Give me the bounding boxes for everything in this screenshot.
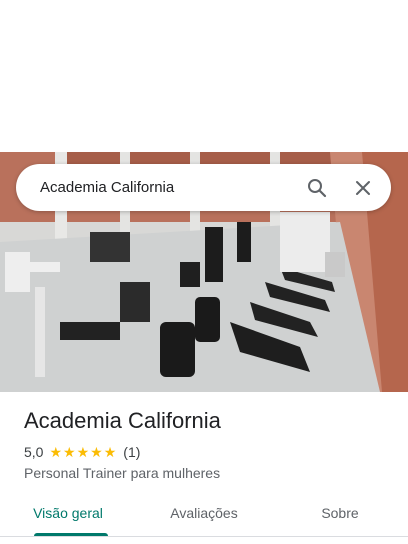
star-icon: ★ [103,444,117,460]
star-icon: ★ [76,444,90,460]
search-bar[interactable]: Academia California [16,164,391,211]
star-icon: ★ [49,444,63,460]
star-icon: ★ [63,444,76,460]
tab-divider [0,536,408,537]
review-count[interactable]: (1) [123,444,140,460]
star-icon: ★ [90,444,103,460]
star-rating: ★ ★ ★ ★ ★ [49,445,117,459]
tab-bar: Visão geral Avaliações Sobre [0,496,408,536]
tab-overview[interactable]: Visão geral [0,496,136,536]
place-category: Personal Trainer para mulheres [24,465,221,481]
place-title: Academia California [24,408,221,433]
search-icon[interactable] [301,172,333,204]
rating-row[interactable]: 5,0 ★ ★ ★ ★ ★ (1) [24,444,140,460]
rating-value: 5,0 [24,444,44,460]
close-icon[interactable] [347,172,379,204]
search-input[interactable]: Academia California [40,179,301,196]
tab-reviews[interactable]: Avaliações [136,496,272,536]
tab-about[interactable]: Sobre [272,496,408,536]
